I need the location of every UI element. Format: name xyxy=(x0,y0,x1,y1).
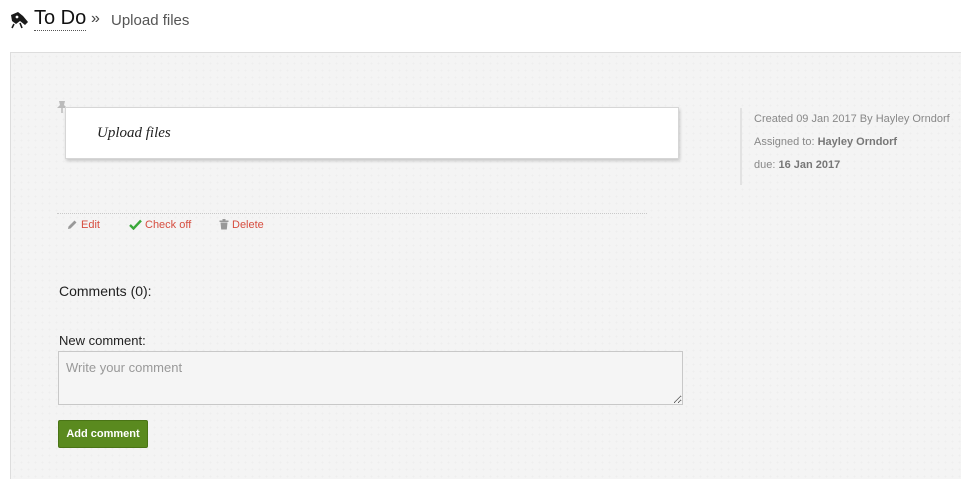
todo-app-icon xyxy=(8,9,30,29)
divider xyxy=(57,213,647,214)
assigned-prefix: Assigned to: xyxy=(754,136,815,148)
check-off-label: Check off xyxy=(145,219,192,231)
delete-button[interactable]: Delete xyxy=(219,219,264,231)
assignee-name: Hayley Orndorf xyxy=(817,136,898,148)
checkmark-icon xyxy=(129,219,142,231)
task-detail-panel: Upload files Created 09 Jan 2017 By Hayl… xyxy=(10,52,961,479)
trash-icon xyxy=(219,219,229,230)
page-header: To Do » Upload files xyxy=(0,0,961,52)
task-title: Upload files xyxy=(97,125,171,141)
due-info: due: 16 Jan 2017 xyxy=(754,154,950,177)
new-comment-label: New comment: xyxy=(59,333,146,348)
task-meta: Created 09 Jan 2017 By Hayley Orndorf As… xyxy=(740,108,950,185)
assigned-info: Assigned to: Hayley Orndorf xyxy=(754,131,950,154)
edit-label: Edit xyxy=(81,219,100,231)
edit-button[interactable]: Edit xyxy=(67,219,100,231)
comment-input[interactable] xyxy=(58,351,683,405)
delete-label: Delete xyxy=(232,219,264,231)
comments-heading: Comments (0): xyxy=(59,283,152,299)
breadcrumb-todo-link[interactable]: To Do xyxy=(34,7,87,31)
task-card: Upload files xyxy=(65,107,679,159)
breadcrumb-separator: » xyxy=(91,10,100,27)
due-prefix: due: xyxy=(754,159,776,171)
created-info: Created 09 Jan 2017 By Hayley Orndorf xyxy=(754,113,950,125)
due-date: 16 Jan 2017 xyxy=(778,159,841,171)
breadcrumb-current: Upload files xyxy=(111,12,190,29)
check-off-button[interactable]: Check off xyxy=(129,219,191,231)
pencil-icon xyxy=(68,220,77,229)
add-comment-button[interactable]: Add comment xyxy=(58,420,148,448)
